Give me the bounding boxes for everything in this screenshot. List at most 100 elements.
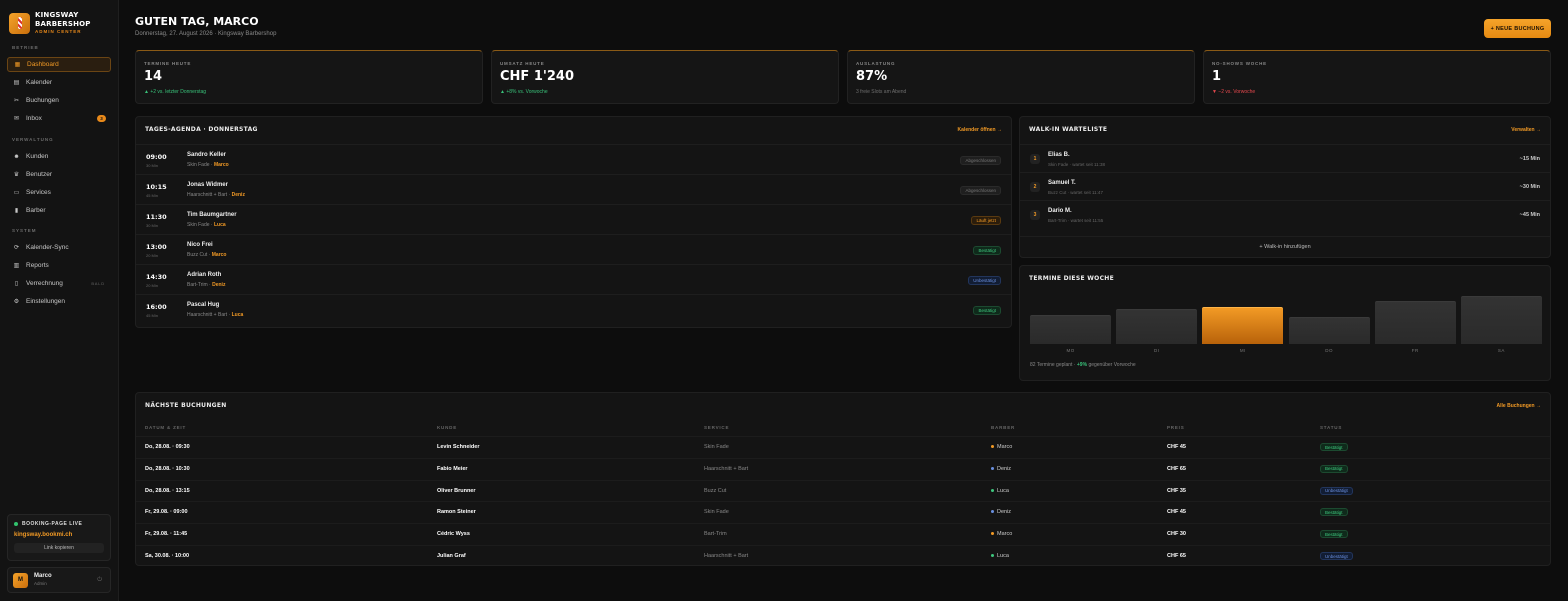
chart-bar-di bbox=[1116, 309, 1198, 344]
kpi-value: CHF 1'240 bbox=[500, 69, 574, 84]
agenda-service-name: Skin Fade bbox=[187, 162, 210, 168]
table-row[interactable]: Fr, 29.08. · 11:45 Cédric Wyss Bart-Trim Ma… bbox=[136, 523, 1550, 545]
kpi-card: UMSATZ HEUTE CHF 1'240 ▲ +8% vs. Vorwoche bbox=[491, 50, 839, 104]
agenda-barber: Deniz bbox=[231, 192, 245, 198]
barber-pole-icon: ▮ bbox=[14, 208, 19, 214]
brand[interactable]: KINGSWAY BARBERSHOP ADMIN CENTER bbox=[9, 11, 91, 35]
agenda-row[interactable]: 11:30 30 Min Tim Baumgartner Skin Fade · Lu… bbox=[136, 204, 1011, 234]
table-row[interactable]: Do, 28.08. · 09:30 Levin Schneider Skin Fa… bbox=[136, 436, 1550, 458]
logout-icon[interactable]: ⏻ bbox=[97, 577, 102, 584]
live-status-dot bbox=[14, 522, 18, 526]
agenda-client: Nico Frei bbox=[187, 242, 213, 248]
sidebar-item-buchungen[interactable]: ✂ Buchungen bbox=[7, 93, 111, 108]
booking-service: Haarschnitt + Bart bbox=[704, 553, 749, 559]
table-row[interactable]: Do, 28.08. · 10:30 Fabio Meier Haarschnitt… bbox=[136, 457, 1550, 480]
grid-icon: ▦ bbox=[14, 62, 21, 68]
agenda-duration: 20 Min bbox=[146, 283, 159, 288]
walkin-wait-time: ~15 Min bbox=[1519, 156, 1540, 162]
kpi-value: 87% bbox=[856, 69, 888, 84]
booking-barber: Marco bbox=[991, 444, 1012, 450]
sidebar-item-kunden[interactable]: ☻ Kunden bbox=[7, 149, 111, 164]
sidebar-item-label: Benutzer bbox=[26, 171, 53, 178]
barber-color-dot bbox=[991, 510, 994, 514]
sidebar-item-label: Kalender-Sync bbox=[26, 244, 69, 251]
sidebar: KINGSWAY BARBERSHOP ADMIN CENTER BETRIEB… bbox=[0, 0, 119, 601]
sidebar-item-dashboard[interactable]: ▦ Dashboard bbox=[7, 57, 111, 72]
chart-bar-do bbox=[1288, 317, 1370, 344]
agenda-row[interactable]: 09:00 30 Min Sandro Keller Skin Fade · Marc… bbox=[136, 144, 1011, 174]
chart-bar-mi bbox=[1202, 306, 1284, 344]
booking-date: Fr, 29.08. · 09:00 bbox=[145, 509, 188, 516]
barber-pole-logo-icon bbox=[9, 12, 30, 34]
sidebar-item-verrechnung[interactable]: ▯ Verrechnung BALD bbox=[7, 276, 111, 291]
booking-client: Cédric Wyss bbox=[437, 531, 470, 538]
sidebar-item-kalender[interactable]: ▤ Kalender bbox=[7, 75, 111, 90]
all-bookings-link[interactable]: Alle Buchungen → bbox=[1497, 403, 1541, 409]
booking-date: Do, 28.08. · 10:30 bbox=[145, 465, 190, 472]
sidebar-item-label: Reports bbox=[26, 262, 49, 269]
booking-price: CHF 65 bbox=[1167, 553, 1186, 559]
agenda-duration: 20 Min bbox=[146, 253, 159, 258]
status-badge: Bestätigt bbox=[973, 306, 1001, 315]
agenda-row[interactable]: 16:00 45 Min Pascal Hug Haarschnitt + Bart … bbox=[136, 294, 1011, 324]
trophy-icon: ♛ bbox=[13, 172, 20, 178]
sidebar-item-einstellungen[interactable]: ⚙ Einstellungen bbox=[7, 294, 111, 309]
brand-name-line2: BARBERSHOP bbox=[35, 20, 91, 28]
agenda-row[interactable]: 13:00 20 Min Nico Frei Buzz Cut · Marco Best… bbox=[136, 234, 1011, 264]
sidebar-item-barber[interactable]: ▮ Barber bbox=[7, 203, 111, 218]
sidebar-item-reports[interactable]: ▥ Reports bbox=[7, 258, 111, 273]
calendar-icon: ▤ bbox=[13, 80, 20, 86]
agenda-barber: Luca bbox=[213, 222, 226, 228]
agenda-row[interactable]: 14:30 20 Min Adrian Roth Bart-Trim · Deniz U… bbox=[136, 264, 1011, 294]
agenda-row[interactable]: 10:15 45 Min Jonas Widmer Haarschnitt + Bar… bbox=[136, 174, 1011, 204]
barber-color-dot bbox=[991, 445, 994, 449]
booking-price: CHF 45 bbox=[1167, 444, 1186, 450]
booking-price: CHF 45 bbox=[1167, 509, 1186, 516]
add-walkin-button[interactable]: + Walk-in hinzufügen bbox=[1020, 236, 1550, 256]
sidebar-item-benutzer[interactable]: ♛ Benutzer bbox=[7, 167, 111, 182]
booking-status: Bestätigt bbox=[1320, 443, 1348, 451]
user-card[interactable]: M Marco Admin ⏻ bbox=[7, 567, 111, 593]
agenda-duration: 45 Min bbox=[146, 193, 159, 198]
booking-service: Skin Fade bbox=[704, 444, 729, 450]
sidebar-item-inbox[interactable]: ✉ Inbox 3 bbox=[7, 111, 111, 126]
table-row[interactable]: Sa, 30.08. · 10:00 Julian Graf Haarschnitt… bbox=[136, 545, 1550, 567]
sidebar-item-kalender-sync[interactable]: ⟳ Kalender-Sync bbox=[7, 240, 111, 255]
table-row[interactable]: Fr, 29.08. · 09:00 Ramon Steiner Skin Fade… bbox=[136, 501, 1550, 523]
sidebar-item-label: Kunden bbox=[26, 153, 49, 160]
booking-client: Ramon Steiner bbox=[437, 509, 476, 516]
week-chart-title: TERMINE DIESE WOCHE bbox=[1029, 275, 1114, 282]
scissors-icon: ✂ bbox=[13, 98, 20, 104]
bookings-card: NÄCHSTE BUCHUNGEN Alle Buchungen → DATUM… bbox=[135, 392, 1551, 566]
agenda-barber: Marco bbox=[211, 252, 227, 258]
manage-walkin-link[interactable]: Verwalten → bbox=[1511, 127, 1541, 133]
sidebar-section-label: SYSTEM bbox=[12, 228, 37, 233]
walkin-row[interactable]: 1 Elias B. Skin Fade · wartet seit 11:38 ~1… bbox=[1020, 144, 1550, 172]
table-row[interactable]: Do, 28.08. · 13:15 Oliver Brunner Buzz Cut… bbox=[136, 479, 1550, 502]
chart-bar-sa bbox=[1460, 296, 1542, 344]
kpi-trend: ▼ −2 vs. Vorwoche bbox=[1212, 89, 1256, 95]
walkin-name: Dario M. bbox=[1048, 208, 1072, 214]
agenda-title: TAGES-AGENDA · DONNERSTAG bbox=[145, 126, 258, 133]
agenda-time: 14:30 bbox=[146, 273, 167, 281]
agenda-time: 13:00 bbox=[146, 243, 167, 251]
kpi-label: NO-SHOWS WOCHE bbox=[1212, 61, 1267, 66]
column-header: DATUM & ZEIT bbox=[145, 425, 187, 430]
walkin-row[interactable]: 3 Dario M. Bart-Trim · wartet seit 11:55 ~4… bbox=[1020, 200, 1550, 228]
walkin-wait-time: ~30 Min bbox=[1519, 184, 1540, 190]
page-title: GUTEN TAG, MARCO bbox=[135, 15, 259, 28]
agenda-time: 09:00 bbox=[146, 153, 167, 161]
agenda-duration: 45 Min bbox=[146, 313, 159, 318]
copy-link-button[interactable]: Link kopieren bbox=[14, 543, 104, 553]
new-booking-button[interactable]: + NEUE BUCHUNG bbox=[1484, 19, 1551, 38]
walkin-row[interactable]: 2 Samuel T. Buzz Cut · wartet seit 11:47 ~3… bbox=[1020, 172, 1550, 200]
agenda-time: 16:00 bbox=[146, 303, 167, 311]
sidebar-item-services[interactable]: ▭ Services bbox=[7, 185, 111, 200]
sidebar-item-label: Inbox bbox=[26, 115, 42, 122]
walkin-name: Elias B. bbox=[1048, 152, 1070, 158]
booking-page-url[interactable]: kingsway.bookmi.ch bbox=[14, 532, 104, 538]
open-calendar-link[interactable]: Kalender öffnen → bbox=[958, 127, 1002, 133]
walkin-details: Skin Fade · wartet seit 11:38 bbox=[1048, 162, 1105, 167]
column-header: STATUS bbox=[1320, 425, 1343, 430]
column-header: SERVICE bbox=[704, 425, 730, 430]
